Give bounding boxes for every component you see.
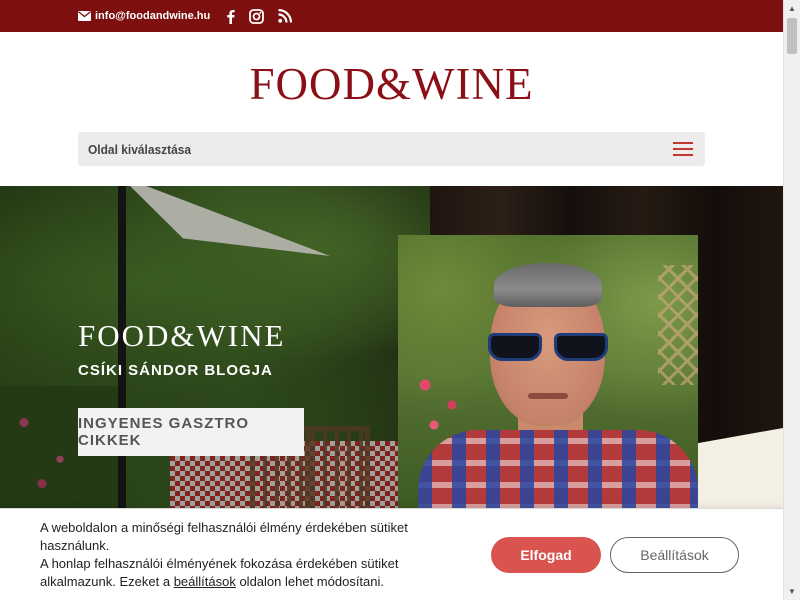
email-link[interactable]: info@foodandwine.hu bbox=[78, 10, 210, 22]
scrollbar-thumb[interactable] bbox=[787, 18, 797, 54]
author-portrait bbox=[398, 235, 698, 508]
portrait-mouth bbox=[528, 393, 568, 399]
hamburger-menu-icon[interactable] bbox=[673, 142, 693, 156]
scroll-up-arrow-icon[interactable]: ▲ bbox=[784, 0, 800, 17]
accept-cookies-button[interactable]: Elfogad bbox=[491, 537, 601, 573]
rss-icon[interactable] bbox=[278, 9, 293, 23]
facebook-icon[interactable] bbox=[226, 9, 235, 24]
page-select-label: Oldal kiválasztása bbox=[88, 141, 192, 157]
cookie-banner: A weboldalon a minőségi felhasználói élm… bbox=[0, 508, 783, 600]
hero-subtitle: CSÍKI SÁNDOR BLOGJA bbox=[78, 362, 273, 379]
cookie-text: A weboldalon a minőségi felhasználói élm… bbox=[40, 519, 440, 591]
portrait-trellis bbox=[658, 265, 698, 385]
hero-brand: FOOD&WINE bbox=[78, 318, 286, 353]
portrait-hair bbox=[494, 263, 602, 307]
site-logo[interactable]: FOOD&WINE bbox=[0, 58, 783, 110]
cookie-settings-link[interactable]: beállítások bbox=[174, 574, 236, 589]
instagram-icon[interactable] bbox=[249, 8, 265, 24]
cookie-settings-button[interactable]: Beállítások bbox=[610, 537, 739, 573]
free-articles-button[interactable]: INGYENES GASZTRO CIKKEK bbox=[78, 408, 304, 456]
top-bar: info@foodandwine.hu bbox=[0, 0, 783, 32]
hero-section: FOOD&WINE CSÍKI SÁNDOR BLOGJA INGYENES G… bbox=[0, 186, 783, 508]
page-select-menu[interactable]: Oldal kiválasztása bbox=[78, 132, 705, 166]
cookie-line-1: A weboldalon a minőségi felhasználói élm… bbox=[40, 520, 408, 553]
portrait-sunglasses bbox=[488, 333, 608, 363]
envelope-icon bbox=[78, 11, 91, 21]
social-links bbox=[226, 8, 293, 24]
scroll-down-arrow-icon[interactable]: ▼ bbox=[784, 583, 800, 600]
email-text: info@foodandwine.hu bbox=[95, 10, 211, 22]
portrait-shirt bbox=[418, 430, 698, 508]
cookie-line-2-end: oldalon lehet módosítani. bbox=[235, 574, 384, 589]
vertical-scrollbar[interactable]: ▲ ▼ bbox=[783, 0, 800, 600]
